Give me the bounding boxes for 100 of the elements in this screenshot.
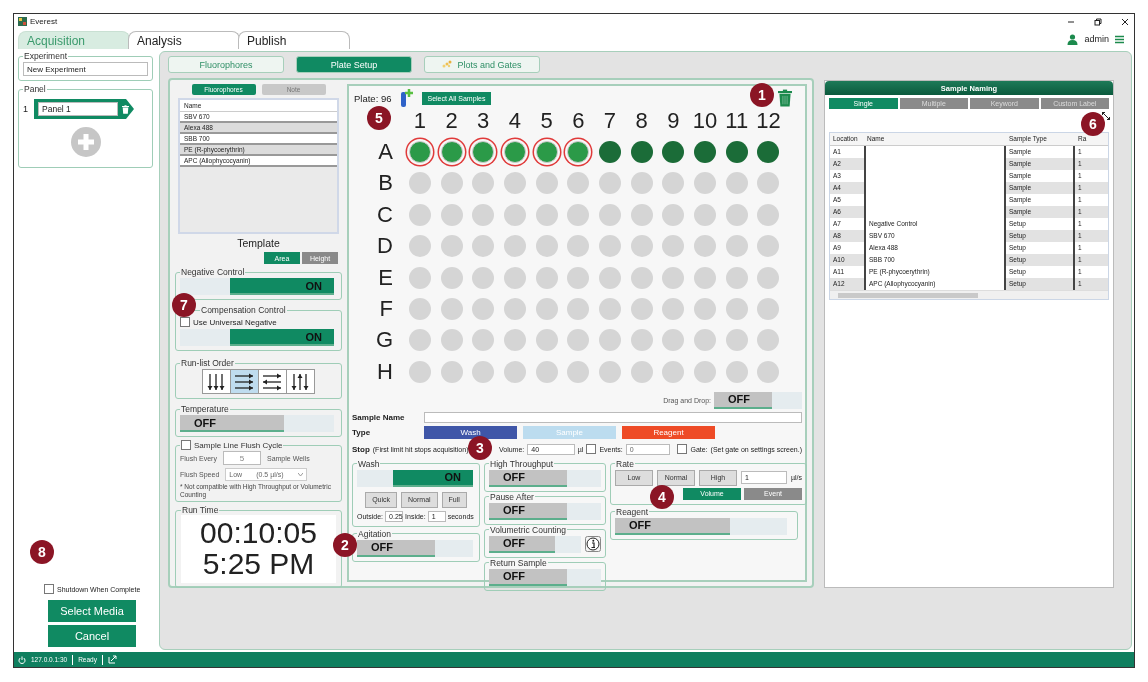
row-letter: E (377, 264, 394, 291)
column-number: 4 (507, 107, 523, 134)
group-label: Wash (357, 458, 381, 469)
app-logo-icon (18, 17, 27, 26)
column-number: 5 (539, 107, 554, 134)
toggle-switch[interactable]: ON (230, 278, 334, 295)
toggle-switch[interactable]: OFF (489, 535, 555, 553)
sub-tab[interactable]: Plots and Gates (424, 56, 540, 73)
plate-well[interactable] (725, 141, 748, 164)
plate-well[interactable] (757, 141, 780, 164)
window-title: Everest (30, 17, 58, 26)
order-button[interactable] (257, 369, 287, 394)
checkbox[interactable] (586, 444, 597, 454)
group-label: Pause After (489, 491, 535, 502)
toggle-switch[interactable]: ON (393, 469, 473, 487)
group-label: Temperature (180, 404, 230, 414)
plate-well[interactable] (694, 141, 717, 164)
panel-index: 1 (23, 104, 28, 114)
panel-name-field[interactable]: Panel 1 (38, 102, 118, 116)
horizontal-scrollbar[interactable] (830, 290, 1108, 299)
row-letter: A (377, 139, 394, 166)
type-button[interactable]: Wash (424, 425, 517, 439)
plate-well[interactable] (630, 141, 653, 164)
plate-well[interactable] (440, 141, 463, 164)
add-icon[interactable] (70, 127, 101, 157)
column-number: 1 (412, 107, 427, 134)
plate-well[interactable] (567, 141, 590, 164)
row-letter: F (378, 296, 394, 323)
experiment-field[interactable]: New Experiment (23, 62, 148, 76)
main-tab[interactable]: Publish (238, 31, 350, 49)
column-number: 2 (444, 107, 459, 134)
column-number: 8 (634, 107, 649, 134)
menu-icon[interactable] (1115, 34, 1124, 44)
plate-label: Plate: 96 (354, 92, 392, 104)
plate-well[interactable] (535, 141, 558, 164)
info-icon[interactable] (585, 536, 601, 552)
toggle-switch[interactable]: OFF (489, 502, 567, 520)
field-label: Stop (352, 444, 370, 454)
action-button[interactable]: Select Media (48, 600, 136, 622)
close-icon[interactable] (1120, 16, 1130, 27)
column-number: 3 (476, 107, 491, 134)
action-button[interactable]: Cancel (48, 625, 136, 647)
field-label: Type (352, 427, 372, 437)
external-link-icon[interactable] (107, 655, 117, 664)
toggle-switch[interactable]: OFF (180, 415, 284, 432)
checkbox[interactable] (44, 584, 54, 594)
toggle-switch[interactable]: OFF (714, 391, 772, 409)
trash-icon[interactable] (122, 104, 129, 114)
column-number: 12 (755, 107, 782, 134)
panel-tag[interactable]: Panel 1 (34, 99, 134, 119)
plate-well[interactable] (598, 141, 621, 164)
user-icon[interactable] (1067, 33, 1079, 45)
checkbox[interactable] (180, 317, 190, 327)
group-label: Reagent (615, 506, 650, 517)
toggle-switch[interactable]: ON (230, 329, 334, 346)
group-label: Panel (23, 84, 47, 94)
group-label: Rate (615, 458, 635, 469)
toggle-switch[interactable]: OFF (615, 517, 730, 535)
group-label: High Throughput (489, 458, 555, 469)
group-label: Volumetric Counting (489, 524, 568, 535)
group-label: Run-list Order (180, 358, 235, 368)
plate-well[interactable] (472, 141, 495, 164)
toggle-switch[interactable]: OFF (357, 539, 435, 557)
toggle-switch[interactable]: OFF (489, 469, 567, 487)
template-label: Template (236, 237, 281, 249)
group-label: Run Time (181, 505, 220, 515)
plate-well[interactable] (408, 141, 431, 164)
table-cell[interactable] (864, 146, 1006, 158)
main-tab[interactable]: Analysis (128, 31, 240, 49)
power-icon (18, 655, 26, 664)
row-letter: D (376, 233, 394, 260)
flush-count-field[interactable]: 5 (222, 451, 261, 465)
checkbox[interactable] (181, 440, 191, 450)
order-button[interactable] (285, 369, 315, 394)
toggle-switch[interactable]: OFF (489, 568, 567, 586)
sample-name-field[interactable] (424, 411, 802, 423)
column-number: 9 (666, 107, 681, 134)
column-number: 6 (571, 107, 586, 134)
row-letter: H (376, 358, 394, 385)
type-button[interactable]: Reagent (622, 425, 715, 439)
sub-tab[interactable]: Fluorophores (168, 56, 284, 73)
scatter-icon (442, 60, 454, 69)
group-label: Experiment (23, 51, 68, 61)
checkbox-label: Sample Line Flush Cycle (194, 440, 283, 450)
sub-tab[interactable]: Plate Setup (296, 56, 412, 73)
plate-well[interactable] (662, 141, 685, 164)
user-name: admin (1084, 34, 1109, 44)
order-button[interactable] (201, 369, 231, 394)
field-label: Sample Name (352, 412, 406, 422)
group-label: Agitation (357, 528, 393, 539)
group-label: Return Sample (489, 557, 548, 568)
plate-well[interactable] (503, 141, 526, 164)
checkbox[interactable] (677, 444, 688, 454)
add-tube-icon[interactable] (399, 89, 414, 107)
group-label: Compensation Control (200, 305, 287, 315)
restore-icon[interactable] (1093, 16, 1103, 27)
row-letter: G (374, 327, 394, 354)
order-button[interactable] (229, 369, 259, 394)
column-number: 7 (602, 107, 618, 134)
trash-icon[interactable] (778, 89, 792, 107)
